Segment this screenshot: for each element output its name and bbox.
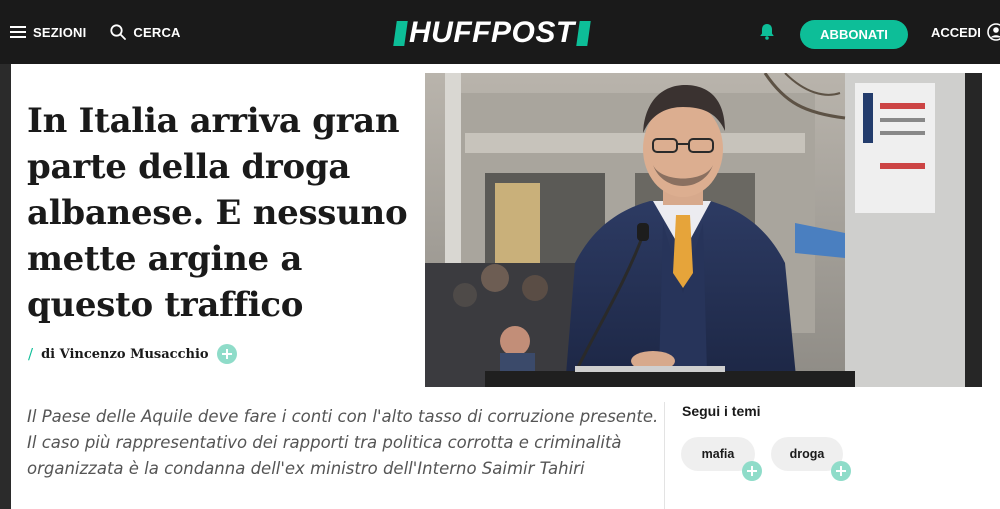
follow-topic-mafia-button[interactable]: [742, 461, 762, 481]
search-label: CERCA: [133, 24, 181, 40]
byline-slash: /: [28, 345, 34, 363]
article-headline: In Italia arriva gran parte della droga …: [27, 101, 408, 325]
nav-left: SEZIONI CERCA: [10, 0, 205, 64]
article-lede: Il Paese delle Aquile deve fare i conti …: [27, 407, 659, 478]
huffpost-logo[interactable]: HUFFPOST: [393, 16, 591, 49]
plus-icon: [221, 349, 232, 359]
top-bar: SEZIONI CERCA HUFFPOST ABBONATI ACCEDI: [0, 0, 1000, 64]
photo-illustration: [425, 73, 982, 387]
user-icon: [987, 23, 1000, 41]
follow-author-button[interactable]: [216, 344, 237, 364]
follow-topic-droga-button[interactable]: [831, 461, 851, 481]
plus-icon: [836, 466, 846, 476]
login-button[interactable]: ACCEDI: [931, 0, 1000, 64]
column-divider: [664, 402, 665, 509]
plus-icon: [747, 466, 757, 476]
logo-right-bar: [575, 20, 591, 46]
sections-label: SEZIONI: [33, 24, 87, 40]
search-icon: [110, 24, 127, 40]
page-edge-strip: [0, 64, 11, 509]
topics-title: Segui i temi: [682, 403, 761, 419]
logo-text: HUFFPOST: [409, 16, 575, 49]
search-button[interactable]: CERCA: [110, 24, 180, 40]
byline: / di Vincenzo Musacchio: [28, 344, 237, 364]
logo-left-bar: [393, 20, 408, 46]
bell-icon[interactable]: [759, 23, 775, 40]
sections-menu-button[interactable]: SEZIONI: [10, 25, 86, 40]
subscribe-button[interactable]: ABBONATI: [800, 20, 908, 49]
author-name[interactable]: di Vincenzo Musacchio: [41, 347, 209, 362]
article-photo: [425, 73, 982, 387]
login-label: ACCEDI: [931, 24, 981, 40]
menu-icon: [10, 26, 26, 38]
